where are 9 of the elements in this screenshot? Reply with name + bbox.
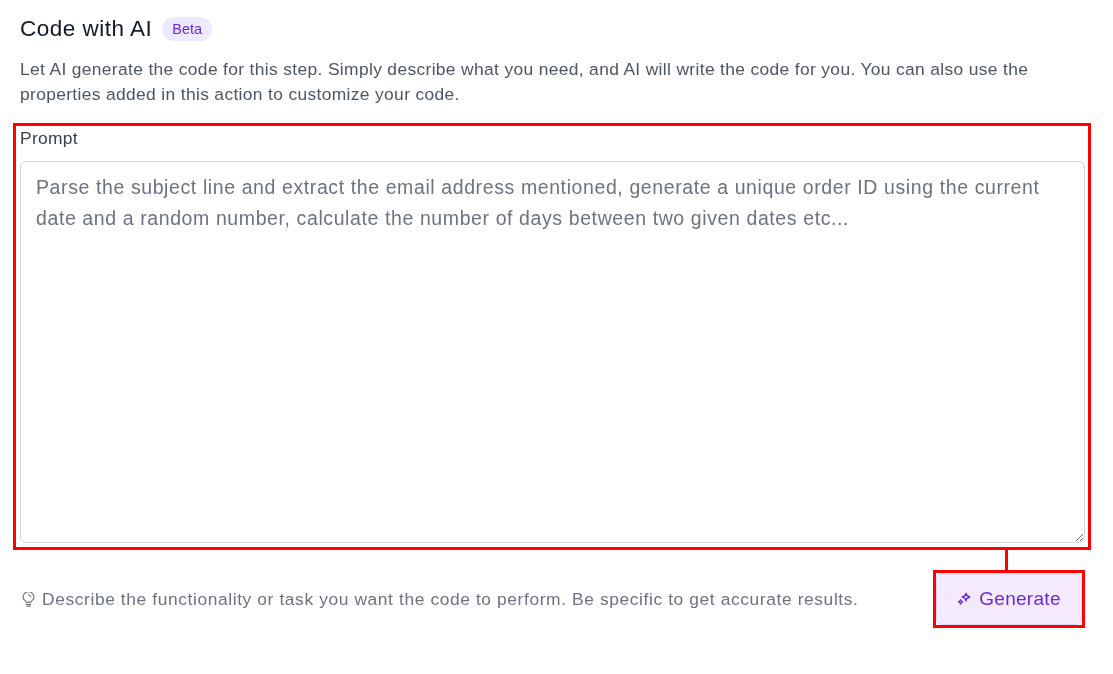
hint-text: Describe the functionality or task you want the code to perform. Be specific to get accurate results.: [42, 589, 859, 609]
beta-badge: Beta: [162, 17, 213, 41]
description-text: Let AI generate the code for this step. Simply describe what you need, and AI will write the code for you. You can also use the properties added in this action to customize your code.: [20, 58, 1030, 106]
lightbulb-icon: [22, 591, 35, 607]
generate-button[interactable]: Generate: [936, 573, 1082, 625]
prompt-label: Prompt: [20, 128, 79, 148]
prompt-textarea[interactable]: Parse the subject line and extract the email address mentioned, generate a unique order ID using the current date and a random number, calculate the number of days between two given dates etc...: [20, 161, 1085, 543]
section-title: Code with AI: [20, 17, 153, 41]
sparkle-icon: [957, 592, 972, 606]
